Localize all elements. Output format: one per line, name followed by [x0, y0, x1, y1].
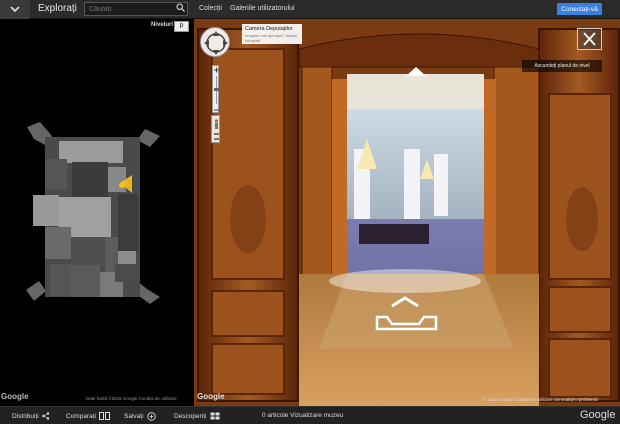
floor-map-panel[interactable] — [0, 19, 194, 406]
place-info-card[interactable]: Camera Deputaților Imagine mai aproape? … — [242, 24, 302, 44]
compass-arrows-icon — [204, 31, 228, 55]
pegman-icon — [214, 119, 219, 140]
search-icon[interactable] — [176, 3, 185, 12]
map-room-e1 — [108, 167, 126, 192]
nav-link-collections[interactable]: Colecții — [199, 5, 222, 12]
map-room-sw2 — [50, 264, 70, 296]
hide-floor-plan-tooltip: Ascundeți planul de nivel — [522, 60, 602, 72]
level-selector[interactable]: P — [174, 21, 189, 32]
top-bar: Explorați Colecții Galeriile utilizatoru… — [0, 0, 620, 19]
floor-plan-map[interactable] — [0, 19, 194, 406]
sign-in-button[interactable]: Conectați-vă — [557, 3, 602, 15]
menu-chevron-button[interactable] — [0, 0, 30, 19]
place-subtitle: Imagine mai aproape? Afișați fotografii — [245, 33, 297, 43]
location-marker-icon — [119, 182, 125, 188]
zoom-slider-icon — [214, 67, 219, 111]
map-room-s5 — [115, 264, 137, 282]
add-circle-icon — [146, 412, 156, 421]
bottom-bar: Distribuiți Comparați Salvați Descoperiț… — [0, 406, 620, 424]
panorama-scene[interactable] — [194, 19, 620, 406]
museum-view-count: 0 articole Vizualizare muzeu — [262, 412, 344, 419]
share-icon — [42, 412, 49, 420]
map-google-logo: Google — [1, 392, 29, 401]
map-room-east — [118, 194, 138, 251]
share-button[interactable]: Distribuiți — [12, 412, 50, 420]
street-view-panorama[interactable] — [194, 19, 620, 406]
share-label: Distribuiți — [12, 412, 39, 420]
map-room-north — [59, 141, 123, 163]
compare-label: Comparați — [66, 412, 96, 420]
chevron-down-icon — [10, 6, 20, 13]
save-button[interactable]: Salvați — [124, 412, 156, 421]
close-icon — [583, 32, 596, 46]
navigation-spotlight — [329, 269, 481, 293]
footer-google-logo: Google — [580, 409, 616, 421]
place-title: Camera Deputaților — [245, 26, 293, 32]
save-label: Salvați — [124, 413, 144, 420]
map-room-s3 — [70, 265, 100, 297]
nav-link-user-galleries[interactable]: Galeriile utilizatorului — [230, 5, 295, 12]
pano-credits[interactable]: © 2016 Google Condiții de utilizare Semn… — [483, 397, 598, 402]
compare-icon — [98, 412, 110, 420]
street-view-controls[interactable] — [211, 115, 220, 143]
map-room-west — [33, 195, 59, 226]
map-credits[interactable]: Date hartă ©2016 Google Condiții de util… — [86, 396, 177, 401]
close-button[interactable] — [577, 28, 602, 50]
map-room-se1 — [118, 251, 136, 265]
compare-button[interactable]: Comparați — [66, 412, 110, 420]
grid-icon — [210, 412, 220, 420]
pan-control[interactable] — [200, 27, 230, 57]
discover-button[interactable]: Descoperiți — [174, 412, 220, 420]
map-wing-sw — [26, 281, 46, 301]
pano-google-logo: Google — [197, 392, 225, 401]
map-room-s-center — [71, 237, 105, 265]
levels-label: Niveluri — [151, 22, 174, 28]
zoom-control[interactable] — [212, 65, 219, 113]
discover-label: Descoperiți — [174, 412, 207, 420]
map-room-sw1 — [45, 227, 71, 259]
map-wing-ne — [137, 129, 160, 147]
app-title: Explorați — [38, 3, 77, 14]
search-input[interactable] — [84, 2, 188, 16]
map-room-w1 — [45, 159, 67, 189]
